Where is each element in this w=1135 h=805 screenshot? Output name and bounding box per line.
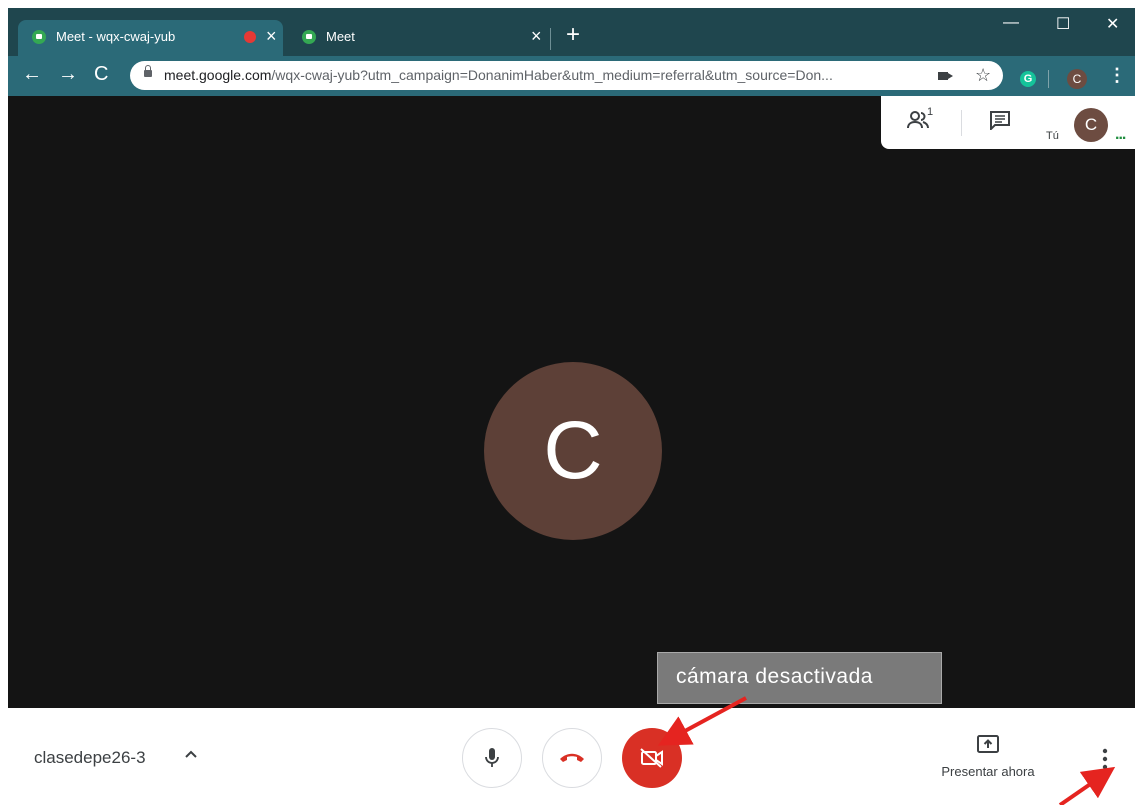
arrow-to-more-options [1058, 766, 1116, 805]
annotation-arrows [657, 696, 1116, 805]
arrow-to-camera-button [657, 696, 747, 746]
